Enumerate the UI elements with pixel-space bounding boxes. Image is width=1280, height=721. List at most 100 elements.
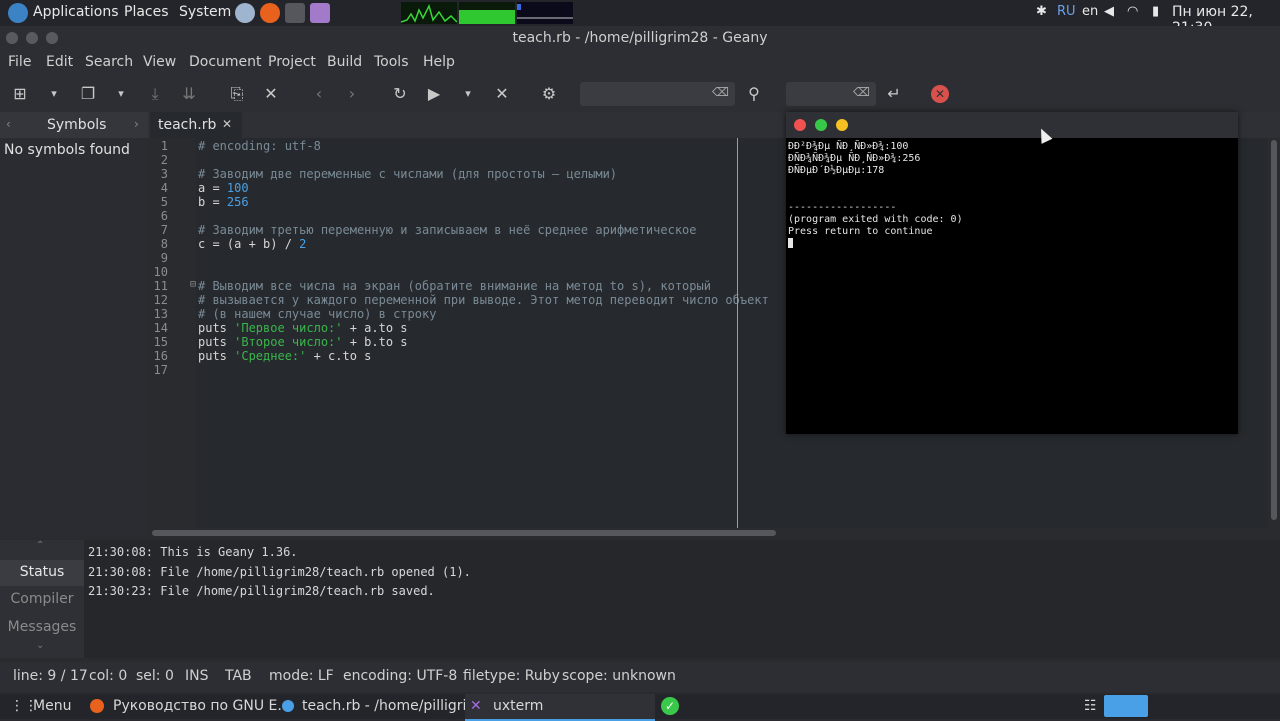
keyboard-layout-indicator[interactable]: RU	[1057, 4, 1076, 19]
distro-logo-icon[interactable]	[8, 3, 28, 23]
menu-document[interactable]: Document	[189, 54, 262, 70]
save-icon[interactable]: ⤓	[145, 84, 165, 104]
terminal-minimize-button[interactable]	[836, 119, 848, 131]
revert-icon[interactable]: ⎘	[227, 84, 247, 104]
back-icon[interactable]: ‹	[309, 84, 329, 104]
task-firefox[interactable]: Руководство по GNU E...	[113, 698, 291, 714]
volume-icon[interactable]: ◀︎	[1104, 4, 1114, 19]
line-number: 9	[160, 251, 168, 265]
line-number: 1	[160, 139, 168, 153]
places-menu[interactable]: Places	[124, 4, 169, 20]
log-line: 21:30:23: File /home/pilligrim28/teach.r…	[88, 584, 435, 598]
stop-icon[interactable]: ✕	[492, 84, 512, 104]
tab-symbols[interactable]: Symbols	[47, 117, 106, 133]
scrollbar-thumb[interactable]	[1271, 140, 1277, 520]
workspace-switcher[interactable]	[1104, 695, 1148, 717]
save-all-icon[interactable]: ⇊	[179, 84, 199, 104]
task-geany[interactable]: teach.rb - /home/pilligri...	[302, 698, 480, 714]
chevron-down-icon[interactable]: ⌄	[36, 640, 44, 651]
update-ok-icon[interactable]: ✓	[661, 697, 679, 715]
open-file-icon[interactable]: ❐	[78, 84, 98, 104]
chevron-down-icon[interactable]: ▾	[111, 84, 131, 104]
text-editor-icon[interactable]	[310, 3, 330, 23]
chevron-up-icon[interactable]: ⌃	[36, 540, 44, 551]
menu-help[interactable]: Help	[423, 54, 455, 70]
menu-file[interactable]: File	[8, 54, 31, 70]
status-encoding: encoding: UTF-8	[343, 668, 458, 684]
code-text: + c.to s	[306, 349, 372, 363]
code-number: 2	[299, 237, 307, 251]
search-input[interactable]: ⌫	[580, 82, 735, 106]
network-icon[interactable]: ◠	[1127, 4, 1138, 19]
clear-search-icon[interactable]: ⌫	[712, 85, 729, 99]
menu-view[interactable]: View	[143, 54, 176, 70]
tab-messages[interactable]: Messages	[0, 619, 84, 635]
chevron-down-icon[interactable]: ▾	[44, 84, 64, 104]
status-log[interactable]: 21:30:08: This is Geany 1.36. 21:30:08: …	[84, 540, 1280, 658]
task-uxterm[interactable]: uxterm	[493, 698, 543, 714]
terminal-maximize-button[interactable]	[815, 119, 827, 131]
code-line: puts 'Второе число:' + b.to s	[198, 335, 408, 349]
clear-goto-icon[interactable]: ⌫	[853, 85, 870, 99]
notes-icon[interactable]: ☷	[1084, 698, 1097, 714]
line-number: 5	[160, 195, 168, 209]
chevron-right-icon[interactable]: ›	[134, 117, 139, 131]
code-line: # вызывается у каждого переменной при вы…	[198, 293, 769, 307]
line-number: 16	[153, 349, 168, 363]
firefox-icon	[90, 699, 104, 713]
chevron-down-icon[interactable]: ▾	[458, 84, 478, 104]
window-titlebar: teach.rb - /home/pilligrim28 - Geany	[0, 26, 1280, 50]
search-icon[interactable]: ⚲	[744, 84, 764, 104]
run-icon[interactable]: ▶	[424, 84, 444, 104]
tab-status[interactable]: Status	[0, 564, 84, 580]
chevron-left-icon[interactable]: ‹	[6, 117, 11, 131]
scrollbar-thumb[interactable]	[152, 530, 776, 536]
line-number: 3	[160, 167, 168, 181]
fold-toggle-icon[interactable]: ⊟	[186, 279, 196, 290]
tab-compiler[interactable]: Compiler	[0, 591, 84, 607]
vertical-scrollbar[interactable]	[1268, 138, 1280, 528]
code-line: b = 256	[198, 195, 249, 209]
quit-icon[interactable]: ✕	[931, 85, 949, 103]
terminal-line: ÐÐ²Ð¾Ðµ ÑÐ¸ÑÐ»Ð¾:100	[788, 141, 909, 152]
goto-line-icon[interactable]: ↵	[884, 84, 904, 104]
close-file-icon[interactable]: ✕	[261, 84, 281, 104]
battery-icon[interactable]: ▮	[1152, 4, 1159, 19]
network-monitor-graph	[517, 2, 573, 24]
forward-icon[interactable]: ›	[342, 84, 362, 104]
code-text: # Заводим третью переменную и записываем…	[198, 223, 697, 237]
code-text: puts	[198, 321, 235, 335]
code-line: # (в нашем случае число) в строку	[198, 307, 436, 321]
menu-tools[interactable]: Tools	[374, 54, 409, 70]
code-text: a =	[198, 181, 227, 195]
terminal-line: ÐÑÐµÐ´Ð½ÐµÐµ:178	[788, 165, 885, 177]
terminal-titlebar	[786, 112, 1238, 138]
taskbar-menu-button[interactable]: Menu	[33, 698, 71, 714]
line-number: 2	[160, 153, 168, 167]
close-tab-icon[interactable]: ✕	[222, 117, 232, 131]
code-string: 'Первое число:'	[234, 321, 343, 335]
horizontal-scrollbar[interactable]	[148, 528, 1280, 538]
code-text: puts	[198, 349, 235, 363]
sidebar-tabs: ‹ Symbols ›	[0, 112, 148, 138]
bluetooth-icon[interactable]: ✱	[1036, 4, 1047, 19]
mail-icon[interactable]	[235, 3, 255, 23]
firefox-icon[interactable]	[260, 3, 280, 23]
system-menu[interactable]: System	[179, 4, 231, 20]
applications-menu[interactable]: Applications	[33, 4, 119, 20]
terminal-launcher-icon[interactable]	[285, 3, 305, 23]
menu-edit[interactable]: Edit	[46, 54, 73, 70]
code-number: 100	[226, 181, 249, 195]
goto-line-input[interactable]: ⌫	[786, 82, 876, 106]
terminal-close-button[interactable]	[794, 119, 806, 131]
tab-teach-rb[interactable]: teach.rb ✕	[150, 112, 242, 138]
preferences-icon[interactable]: ⚙	[539, 84, 559, 104]
menu-project[interactable]: Project	[268, 54, 316, 70]
compile-icon[interactable]: ↻	[390, 84, 410, 104]
input-method-indicator[interactable]: en	[1082, 4, 1098, 19]
menu-search[interactable]: Search	[85, 54, 133, 70]
menu-build[interactable]: Build	[327, 54, 362, 70]
line-number: 7	[160, 223, 168, 237]
new-file-icon[interactable]: ⊞	[10, 84, 30, 104]
symbols-empty-label: No symbols found	[4, 142, 130, 158]
